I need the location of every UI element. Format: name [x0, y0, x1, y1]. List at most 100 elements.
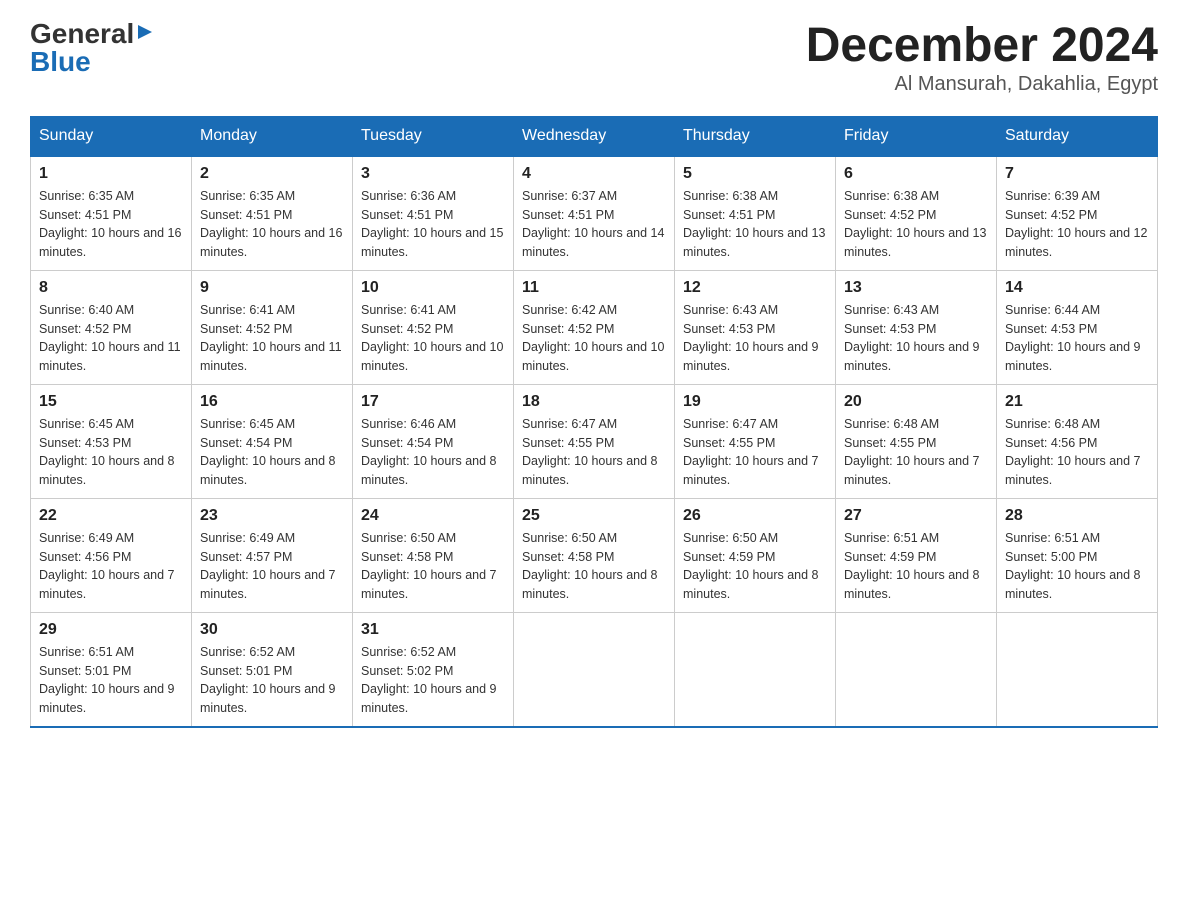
day-number: 5 [683, 165, 827, 183]
calendar-cell: 9 Sunrise: 6:41 AMSunset: 4:52 PMDayligh… [192, 270, 353, 384]
day-number: 28 [1005, 507, 1149, 525]
calendar-cell: 23 Sunrise: 6:49 AMSunset: 4:57 PMDaylig… [192, 498, 353, 612]
calendar-cell: 19 Sunrise: 6:47 AMSunset: 4:55 PMDaylig… [675, 384, 836, 498]
calendar-cell: 21 Sunrise: 6:48 AMSunset: 4:56 PMDaylig… [997, 384, 1158, 498]
day-number: 31 [361, 621, 505, 639]
calendar-cell: 2 Sunrise: 6:35 AMSunset: 4:51 PMDayligh… [192, 156, 353, 271]
calendar-week-4: 22 Sunrise: 6:49 AMSunset: 4:56 PMDaylig… [31, 498, 1158, 612]
day-info: Sunrise: 6:51 AMSunset: 5:00 PMDaylight:… [1005, 531, 1141, 601]
col-header-thursday: Thursday [675, 116, 836, 156]
calendar-cell: 25 Sunrise: 6:50 AMSunset: 4:58 PMDaylig… [514, 498, 675, 612]
day-number: 17 [361, 393, 505, 411]
calendar-week-2: 8 Sunrise: 6:40 AMSunset: 4:52 PMDayligh… [31, 270, 1158, 384]
title-block: December 2024 Al Mansurah, Dakahlia, Egy… [806, 20, 1158, 96]
calendar-week-5: 29 Sunrise: 6:51 AMSunset: 5:01 PMDaylig… [31, 612, 1158, 727]
calendar-cell: 7 Sunrise: 6:39 AMSunset: 4:52 PMDayligh… [997, 156, 1158, 271]
day-info: Sunrise: 6:48 AMSunset: 4:55 PMDaylight:… [844, 417, 980, 487]
calendar-cell: 11 Sunrise: 6:42 AMSunset: 4:52 PMDaylig… [514, 270, 675, 384]
col-header-tuesday: Tuesday [353, 116, 514, 156]
day-number: 23 [200, 507, 344, 525]
calendar-cell: 31 Sunrise: 6:52 AMSunset: 5:02 PMDaylig… [353, 612, 514, 727]
day-number: 14 [1005, 279, 1149, 297]
calendar-week-3: 15 Sunrise: 6:45 AMSunset: 4:53 PMDaylig… [31, 384, 1158, 498]
day-info: Sunrise: 6:52 AMSunset: 5:02 PMDaylight:… [361, 645, 497, 715]
calendar-cell: 8 Sunrise: 6:40 AMSunset: 4:52 PMDayligh… [31, 270, 192, 384]
calendar-cell: 15 Sunrise: 6:45 AMSunset: 4:53 PMDaylig… [31, 384, 192, 498]
day-info: Sunrise: 6:46 AMSunset: 4:54 PMDaylight:… [361, 417, 497, 487]
calendar-cell: 26 Sunrise: 6:50 AMSunset: 4:59 PMDaylig… [675, 498, 836, 612]
day-number: 9 [200, 279, 344, 297]
day-number: 22 [39, 507, 183, 525]
day-number: 11 [522, 279, 666, 297]
day-info: Sunrise: 6:35 AMSunset: 4:51 PMDaylight:… [200, 189, 342, 259]
calendar-cell: 10 Sunrise: 6:41 AMSunset: 4:52 PMDaylig… [353, 270, 514, 384]
day-number: 25 [522, 507, 666, 525]
day-info: Sunrise: 6:51 AMSunset: 5:01 PMDaylight:… [39, 645, 175, 715]
day-number: 15 [39, 393, 183, 411]
calendar-cell: 16 Sunrise: 6:45 AMSunset: 4:54 PMDaylig… [192, 384, 353, 498]
calendar-cell: 28 Sunrise: 6:51 AMSunset: 5:00 PMDaylig… [997, 498, 1158, 612]
calendar-cell [514, 612, 675, 727]
day-info: Sunrise: 6:49 AMSunset: 4:57 PMDaylight:… [200, 531, 336, 601]
calendar-cell: 4 Sunrise: 6:37 AMSunset: 4:51 PMDayligh… [514, 156, 675, 271]
col-header-saturday: Saturday [997, 116, 1158, 156]
day-info: Sunrise: 6:41 AMSunset: 4:52 PMDaylight:… [361, 303, 503, 373]
day-info: Sunrise: 6:45 AMSunset: 4:54 PMDaylight:… [200, 417, 336, 487]
day-info: Sunrise: 6:36 AMSunset: 4:51 PMDaylight:… [361, 189, 503, 259]
day-number: 13 [844, 279, 988, 297]
day-info: Sunrise: 6:52 AMSunset: 5:01 PMDaylight:… [200, 645, 336, 715]
day-number: 8 [39, 279, 183, 297]
day-info: Sunrise: 6:43 AMSunset: 4:53 PMDaylight:… [844, 303, 980, 373]
calendar-cell: 17 Sunrise: 6:46 AMSunset: 4:54 PMDaylig… [353, 384, 514, 498]
col-header-sunday: Sunday [31, 116, 192, 156]
day-info: Sunrise: 6:48 AMSunset: 4:56 PMDaylight:… [1005, 417, 1141, 487]
day-info: Sunrise: 6:47 AMSunset: 4:55 PMDaylight:… [683, 417, 819, 487]
calendar-table: SundayMondayTuesdayWednesdayThursdayFrid… [30, 116, 1158, 728]
logo-general-text: General [30, 20, 134, 48]
day-info: Sunrise: 6:40 AMSunset: 4:52 PMDaylight:… [39, 303, 181, 373]
calendar-cell: 30 Sunrise: 6:52 AMSunset: 5:01 PMDaylig… [192, 612, 353, 727]
day-number: 21 [1005, 393, 1149, 411]
calendar-cell: 18 Sunrise: 6:47 AMSunset: 4:55 PMDaylig… [514, 384, 675, 498]
calendar-cell: 22 Sunrise: 6:49 AMSunset: 4:56 PMDaylig… [31, 498, 192, 612]
calendar-cell: 3 Sunrise: 6:36 AMSunset: 4:51 PMDayligh… [353, 156, 514, 271]
day-info: Sunrise: 6:50 AMSunset: 4:59 PMDaylight:… [683, 531, 819, 601]
day-number: 26 [683, 507, 827, 525]
day-info: Sunrise: 6:38 AMSunset: 4:51 PMDaylight:… [683, 189, 825, 259]
logo-arrow-icon [136, 23, 154, 41]
day-number: 24 [361, 507, 505, 525]
calendar-cell: 5 Sunrise: 6:38 AMSunset: 4:51 PMDayligh… [675, 156, 836, 271]
day-info: Sunrise: 6:44 AMSunset: 4:53 PMDaylight:… [1005, 303, 1141, 373]
calendar-cell [836, 612, 997, 727]
day-number: 29 [39, 621, 183, 639]
day-number: 4 [522, 165, 666, 183]
day-info: Sunrise: 6:51 AMSunset: 4:59 PMDaylight:… [844, 531, 980, 601]
day-number: 1 [39, 165, 183, 183]
day-info: Sunrise: 6:42 AMSunset: 4:52 PMDaylight:… [522, 303, 664, 373]
day-number: 27 [844, 507, 988, 525]
calendar-body: 1 Sunrise: 6:35 AMSunset: 4:51 PMDayligh… [31, 156, 1158, 727]
day-info: Sunrise: 6:39 AMSunset: 4:52 PMDaylight:… [1005, 189, 1147, 259]
calendar-cell: 6 Sunrise: 6:38 AMSunset: 4:52 PMDayligh… [836, 156, 997, 271]
logo: General Blue [30, 20, 154, 76]
page-title: December 2024 [806, 20, 1158, 73]
page-header: General Blue December 2024 Al Mansurah, … [30, 20, 1158, 96]
calendar-cell: 12 Sunrise: 6:43 AMSunset: 4:53 PMDaylig… [675, 270, 836, 384]
calendar-cell: 24 Sunrise: 6:50 AMSunset: 4:58 PMDaylig… [353, 498, 514, 612]
calendar-cell: 20 Sunrise: 6:48 AMSunset: 4:55 PMDaylig… [836, 384, 997, 498]
col-header-wednesday: Wednesday [514, 116, 675, 156]
day-number: 7 [1005, 165, 1149, 183]
day-number: 12 [683, 279, 827, 297]
calendar-cell [675, 612, 836, 727]
day-number: 19 [683, 393, 827, 411]
day-info: Sunrise: 6:50 AMSunset: 4:58 PMDaylight:… [361, 531, 497, 601]
day-number: 18 [522, 393, 666, 411]
calendar-cell: 27 Sunrise: 6:51 AMSunset: 4:59 PMDaylig… [836, 498, 997, 612]
day-info: Sunrise: 6:50 AMSunset: 4:58 PMDaylight:… [522, 531, 658, 601]
day-number: 20 [844, 393, 988, 411]
day-info: Sunrise: 6:35 AMSunset: 4:51 PMDaylight:… [39, 189, 181, 259]
day-number: 6 [844, 165, 988, 183]
calendar-cell: 14 Sunrise: 6:44 AMSunset: 4:53 PMDaylig… [997, 270, 1158, 384]
day-number: 2 [200, 165, 344, 183]
day-info: Sunrise: 6:49 AMSunset: 4:56 PMDaylight:… [39, 531, 175, 601]
